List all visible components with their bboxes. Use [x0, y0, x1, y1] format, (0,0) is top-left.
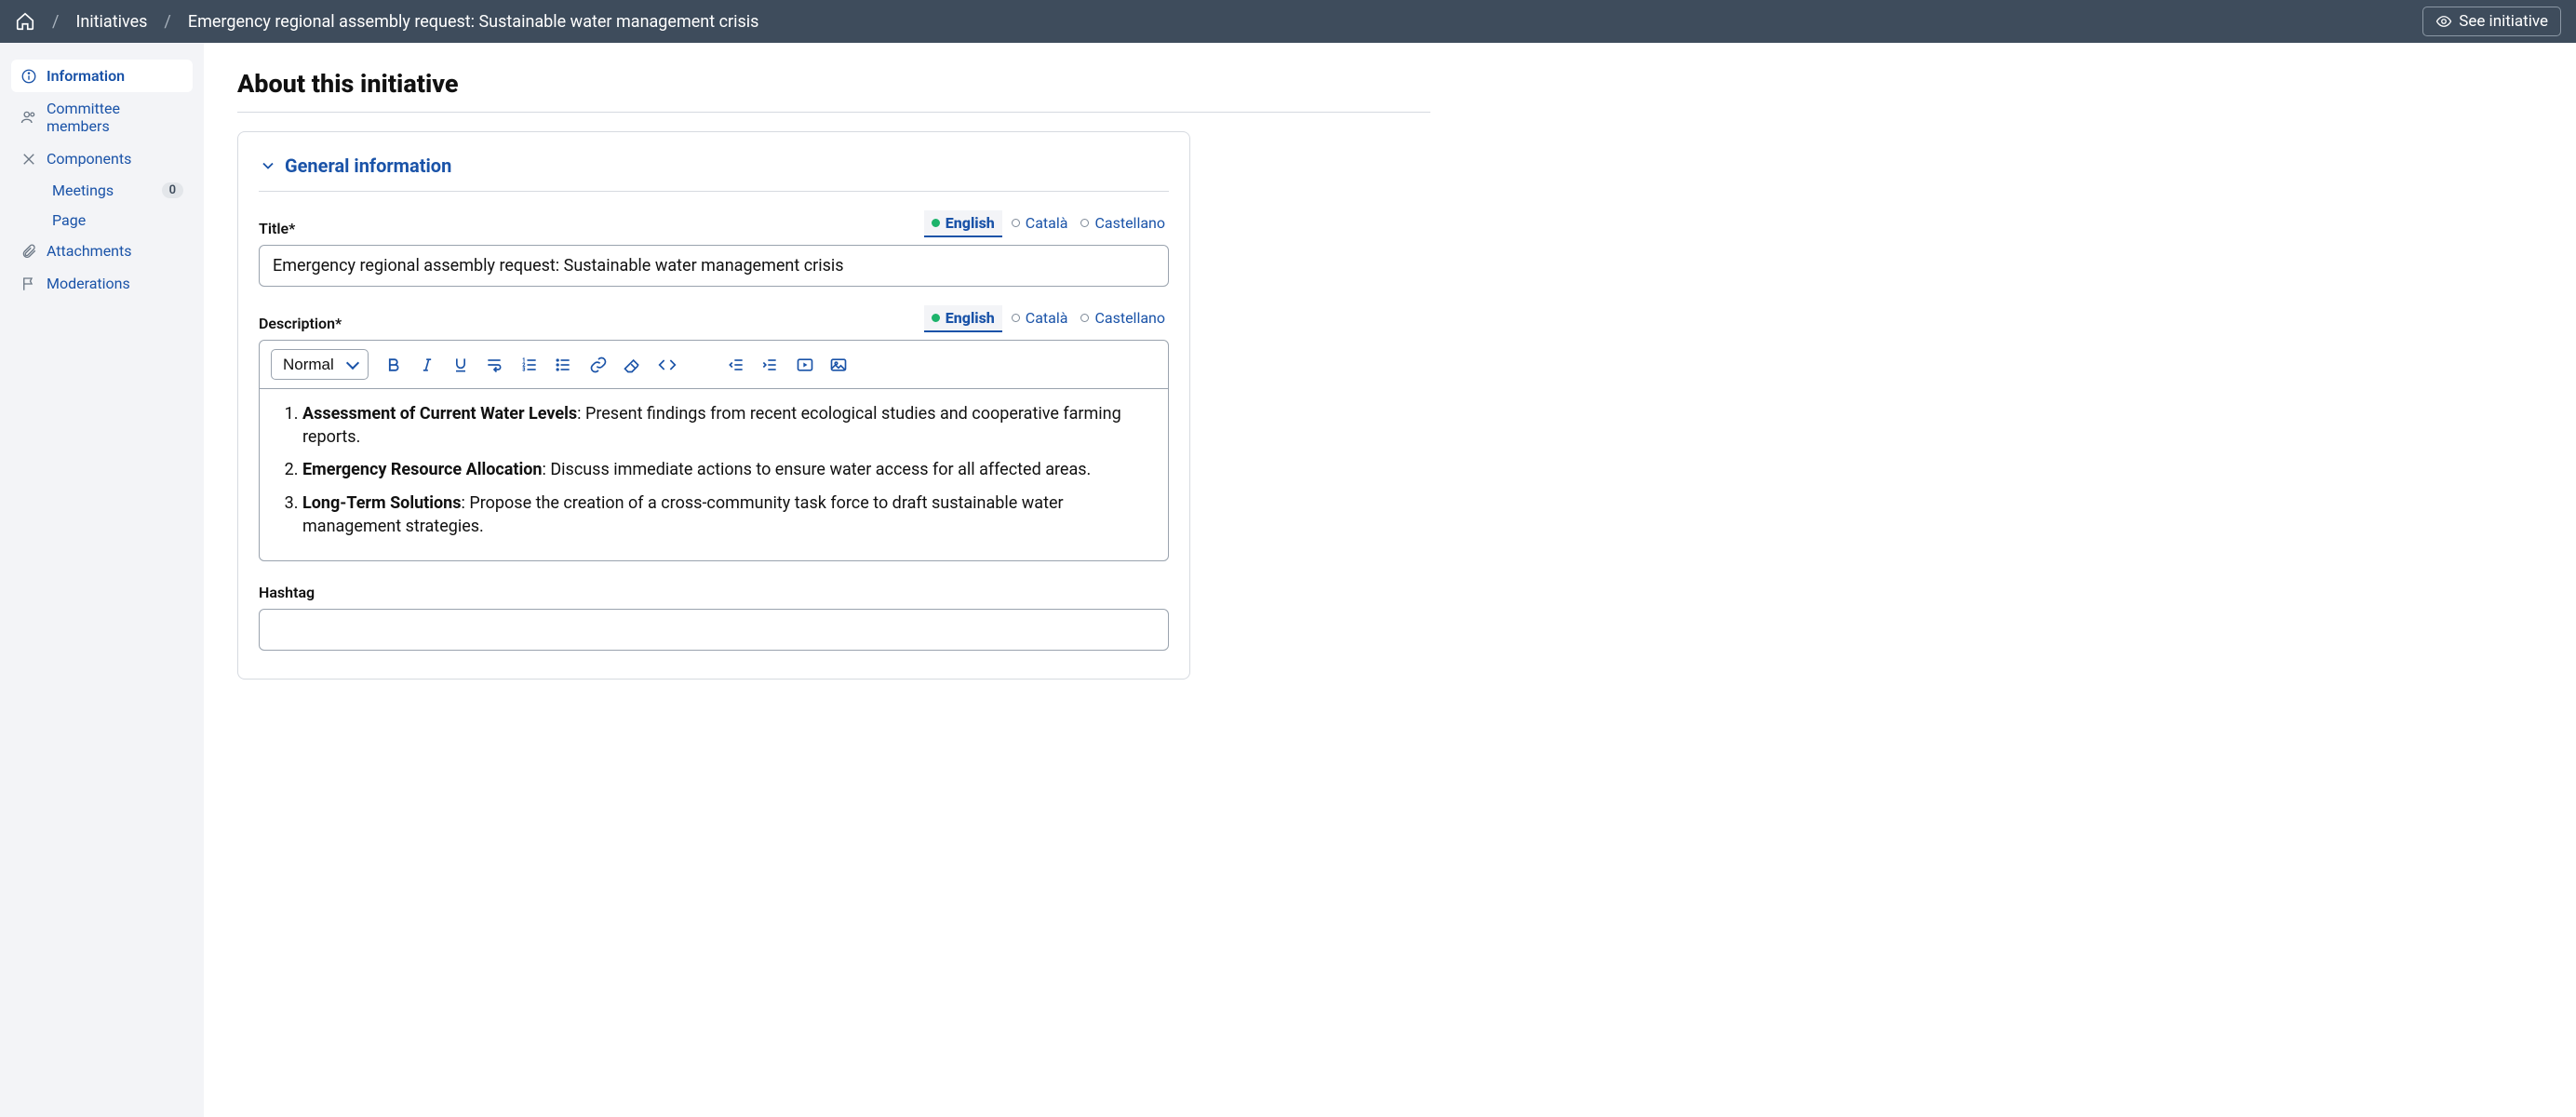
meetings-count-badge: 0	[162, 182, 183, 198]
image-button[interactable]	[828, 355, 849, 375]
page-title: About this initiative	[237, 69, 1430, 99]
general-information-panel: General information Title* English Catal…	[237, 131, 1190, 680]
sidebar-item-label: Information	[47, 67, 125, 85]
description-label: Description*	[259, 315, 342, 332]
breadcrumb-current: Emergency regional assembly request: Sus…	[188, 12, 759, 32]
see-initiative-label: See initiative	[2459, 12, 2548, 31]
underline-button[interactable]	[450, 355, 471, 375]
status-dot-icon	[1012, 314, 1020, 322]
lang-tab-catala[interactable]: Català	[1008, 210, 1072, 237]
eye-icon	[2435, 13, 2452, 30]
status-dot-icon	[1012, 219, 1020, 227]
sidebar-item-label: Components	[47, 150, 131, 168]
editor-toolbar: Normal 123	[260, 341, 1168, 389]
breadcrumb-separator: /	[52, 12, 59, 32]
status-dot-icon	[932, 219, 940, 227]
accordion-title: General information	[285, 155, 451, 177]
sidebar-item-page[interactable]: Page	[11, 205, 193, 235]
description-lang-tabs: English Català Castellano	[924, 305, 1169, 332]
title-lang-tabs: English Català Castellano	[924, 210, 1169, 237]
divider	[237, 112, 1430, 113]
list-item: Long-Term Solutions: Propose the creatio…	[302, 491, 1147, 538]
sidebar-sub-label: Meetings	[52, 182, 114, 199]
list-item: Assessment of Current Water Levels: Pres…	[302, 402, 1147, 449]
unordered-list-button[interactable]	[553, 355, 573, 375]
sidebar-item-meetings[interactable]: Meetings 0	[11, 175, 193, 205]
see-initiative-button[interactable]: See initiative	[2422, 7, 2561, 36]
quote-button[interactable]	[691, 355, 711, 375]
topbar: / Initiatives / Emergency regional assem…	[0, 0, 2576, 43]
lang-tab-english[interactable]: English	[924, 305, 1002, 332]
hashtag-label: Hashtag	[259, 584, 315, 601]
home-icon[interactable]	[15, 11, 35, 32]
description-editor: Normal 123	[259, 340, 1169, 561]
indent-button[interactable]	[759, 355, 780, 375]
breadcrumb-separator: /	[164, 12, 170, 32]
components-icon	[20, 151, 37, 168]
link-button[interactable]	[588, 355, 609, 375]
breadcrumb-initiatives[interactable]: Initiatives	[75, 12, 147, 32]
ordered-list-button[interactable]: 123	[519, 355, 540, 375]
outdent-button[interactable]	[726, 355, 746, 375]
info-icon	[20, 68, 37, 85]
erase-button[interactable]	[622, 355, 642, 375]
title-input[interactable]	[259, 245, 1169, 287]
editor-body[interactable]: Assessment of Current Water Levels: Pres…	[260, 389, 1168, 560]
flag-icon	[20, 276, 37, 292]
sidebar-item-label: Moderations	[47, 275, 130, 292]
svg-text:3: 3	[523, 367, 526, 372]
format-select[interactable]: Normal	[271, 349, 369, 380]
accordion-general-information[interactable]: General information	[259, 151, 1169, 192]
sidebar: Information Committee members Components…	[0, 43, 204, 1117]
video-button[interactable]	[795, 355, 815, 375]
hashtag-input[interactable]	[259, 609, 1169, 651]
lang-tab-castellano[interactable]: Castellano	[1077, 305, 1169, 332]
code-button[interactable]	[657, 355, 678, 375]
list-item: Emergency Resource Allocation: Discuss i…	[302, 458, 1147, 481]
sidebar-item-committee[interactable]: Committee members	[11, 92, 193, 142]
sidebar-sub-label: Page	[52, 211, 86, 229]
breadcrumb: / Initiatives / Emergency regional assem…	[15, 11, 758, 32]
italic-button[interactable]	[417, 355, 437, 375]
wrap-button[interactable]	[484, 355, 504, 375]
sidebar-item-moderations[interactable]: Moderations	[11, 267, 193, 300]
bold-button[interactable]	[383, 355, 404, 375]
sidebar-item-components[interactable]: Components	[11, 142, 193, 175]
users-icon	[20, 109, 37, 126]
sidebar-item-label: Committee members	[47, 100, 183, 135]
status-dot-icon	[932, 314, 940, 322]
lang-tab-castellano[interactable]: Castellano	[1077, 210, 1169, 237]
sidebar-item-information[interactable]: Information	[11, 60, 193, 92]
paperclip-icon	[20, 243, 37, 260]
lang-tab-english[interactable]: English	[924, 210, 1002, 237]
lang-tab-catala[interactable]: Català	[1008, 305, 1072, 332]
sidebar-item-label: Attachments	[47, 242, 132, 260]
status-dot-icon	[1080, 314, 1089, 322]
chevron-down-icon	[259, 156, 277, 175]
sidebar-item-attachments[interactable]: Attachments	[11, 235, 193, 267]
title-label: Title*	[259, 220, 295, 237]
status-dot-icon	[1080, 219, 1089, 227]
